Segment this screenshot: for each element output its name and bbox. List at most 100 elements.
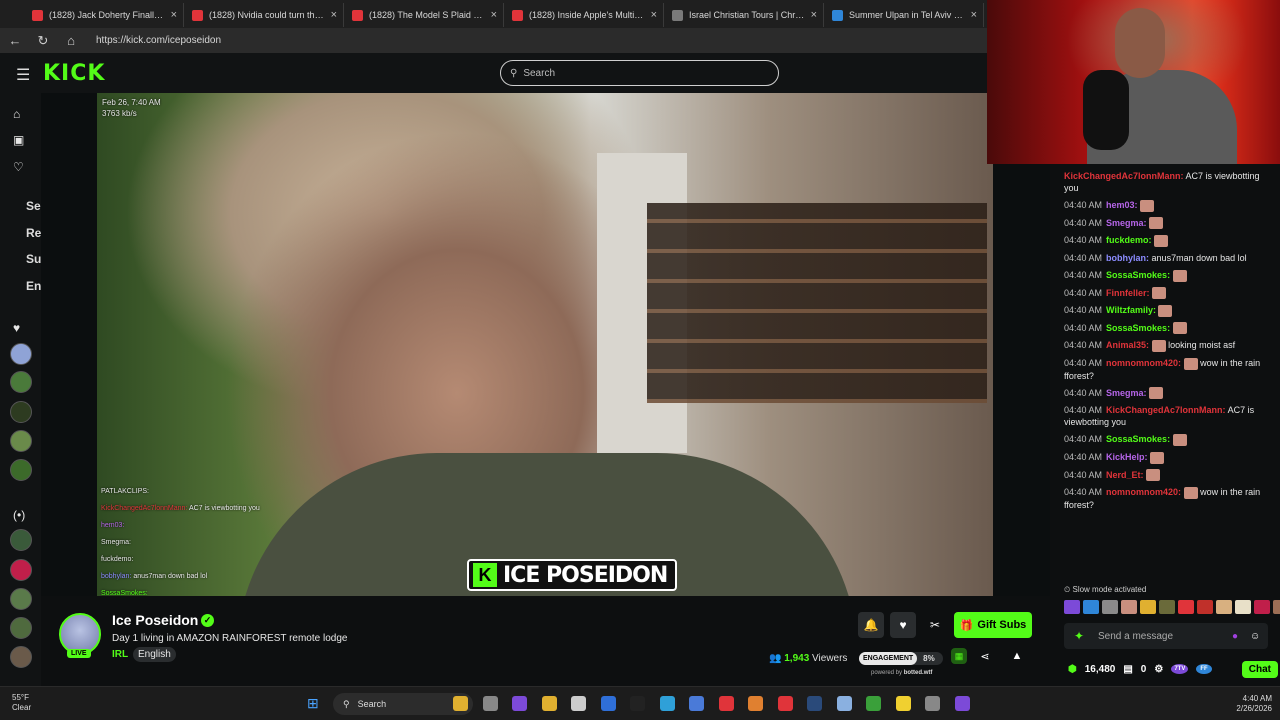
taskbar-app-icon[interactable] <box>689 696 704 711</box>
notification-bell-button[interactable]: 🔔 <box>858 612 884 638</box>
close-icon[interactable]: × <box>171 9 177 21</box>
taskbar-app-icon[interactable] <box>866 696 881 711</box>
report-warning-icon[interactable]: ▲ <box>1009 648 1025 664</box>
browser-tab[interactable]: Summer Ulpan in Tel Aviv - Learn × <box>826 3 984 27</box>
emote-6[interactable] <box>1159 600 1175 614</box>
close-icon[interactable]: × <box>971 9 977 21</box>
chat-username[interactable]: hem03: <box>1106 200 1138 210</box>
taskbar-app-icon[interactable] <box>748 696 763 711</box>
windows-start-icon[interactable]: ⊞ <box>307 695 319 712</box>
chat-message-input[interactable]: ✦ Send a message ● ☺ <box>1064 623 1268 649</box>
taskbar-app-icon[interactable] <box>541 696 557 711</box>
chat-username[interactable]: KickHelp: <box>1106 452 1148 462</box>
chat-username[interactable]: nomnomnom420: <box>1106 358 1181 368</box>
browser-tab[interactable]: (1828) Inside Apple's Multibillion- × <box>506 3 664 27</box>
followed-channel-avatar[interactable] <box>10 559 32 581</box>
chat-username[interactable]: Smegma: <box>1106 218 1147 228</box>
chat-username[interactable]: KickChangedAc7lonnMann: <box>1064 171 1184 181</box>
taskbar-app-icon[interactable] <box>482 696 498 711</box>
browser-tab[interactable]: Israel Christian Tours | Christian T × <box>666 3 824 27</box>
followed-channel-avatar[interactable] <box>10 459 32 481</box>
ffz-badge[interactable]: FF <box>1196 664 1212 674</box>
chat-username[interactable]: SossaSmokes: <box>1106 270 1170 280</box>
chat-username[interactable]: Animal35: <box>1106 340 1149 350</box>
followed-channel-avatar[interactable] <box>10 588 32 610</box>
emote-2[interactable] <box>1083 600 1099 614</box>
menu-icon[interactable]: ☰ <box>16 65 30 85</box>
taskbar-app-icon[interactable] <box>807 696 822 711</box>
chat-username[interactable]: Wiltzfamily: <box>1106 305 1156 315</box>
emote-5[interactable] <box>1140 600 1156 614</box>
chat-username[interactable]: nomnomnom420: <box>1106 487 1181 497</box>
taskbar-app-icon[interactable] <box>659 696 675 711</box>
chat-username[interactable]: Nerd_Et: <box>1106 470 1144 480</box>
close-icon[interactable]: × <box>651 9 657 21</box>
taskbar-app-icon[interactable] <box>836 696 852 711</box>
taskbar-search[interactable]: ⚲ Search <box>333 693 473 715</box>
taskbar-app-icon[interactable] <box>777 696 793 711</box>
emote-7[interactable] <box>1178 600 1194 614</box>
chat-username[interactable]: bobhylan: <box>1106 253 1149 263</box>
followed-channel-avatar[interactable] <box>10 430 32 452</box>
taskbar-app-icon[interactable] <box>954 696 970 711</box>
video-player[interactable]: Feb 26, 7:40 AM 3763 kb/s PATLAKCLIPS: K… <box>97 93 993 596</box>
chat-username[interactable]: fuckdemo: <box>1106 235 1152 245</box>
sidebar-label-3[interactable]: Su <box>26 252 41 266</box>
followed-channel-avatar[interactable] <box>10 401 32 423</box>
emote-picker-icon[interactable]: ● <box>1232 631 1238 642</box>
home-icon[interactable]: ⌂ <box>64 33 78 48</box>
stats-icon[interactable]: ▦ <box>951 648 967 664</box>
sidebar-label-2[interactable]: Re <box>26 226 41 240</box>
taskbar-app-icon[interactable] <box>718 696 734 711</box>
share-icon[interactable]: ⋖ <box>977 648 993 664</box>
system-clock[interactable]: 4:40 AM 2/26/2026 <box>1232 694 1272 714</box>
taskbar-app-icon[interactable] <box>453 696 468 711</box>
chat-username[interactable]: SossaSmokes: <box>1106 323 1170 333</box>
taskbar-app-icon[interactable] <box>512 696 527 711</box>
chat-username[interactable]: Smegma: <box>1106 388 1147 398</box>
sidebar-label-4[interactable]: En <box>26 279 41 293</box>
followed-channel-avatar[interactable] <box>10 646 32 668</box>
taskbar-app-icon[interactable] <box>571 696 586 711</box>
sidebar-label-1[interactable]: Se <box>26 199 41 213</box>
chat-username[interactable]: Finnfeller: <box>1106 288 1150 298</box>
emote-4[interactable] <box>1121 600 1137 614</box>
url-field[interactable]: https://kick.com/iceposeidon <box>96 35 221 46</box>
category-link[interactable]: IRL <box>112 649 128 660</box>
reload-icon[interactable]: ↻ <box>36 33 50 49</box>
kick-logo[interactable]: KICK <box>43 61 105 86</box>
channel-name[interactable]: Ice Poseidon <box>112 612 198 628</box>
emote-3[interactable] <box>1102 600 1118 614</box>
chat-send-button[interactable]: Chat <box>1241 660 1278 678</box>
close-icon[interactable]: × <box>331 9 337 21</box>
close-icon[interactable]: × <box>491 9 497 21</box>
search-input[interactable]: ⚲ Search <box>500 60 779 86</box>
followed-channel-avatar[interactable] <box>10 343 32 365</box>
close-icon[interactable]: × <box>811 9 817 21</box>
browser-tab[interactable]: (1828) Jack Doherty Finally Got H × <box>26 3 184 27</box>
weather-widget[interactable]: 55°F Clear <box>12 693 31 713</box>
back-icon[interactable]: ← <box>8 33 22 48</box>
language-tag[interactable]: English <box>133 647 176 662</box>
followed-channel-avatar[interactable] <box>10 529 32 551</box>
taskbar-app-icon[interactable] <box>600 696 616 711</box>
gift-subs-button[interactable]: 🎁 Gift Subs <box>954 612 1032 638</box>
taskbar-app-icon[interactable] <box>630 696 645 711</box>
7tv-badge[interactable]: 7TV <box>1171 664 1189 674</box>
clip-icon[interactable]: ✂ <box>922 612 948 638</box>
chat-username[interactable]: SossaSmokes: <box>1106 434 1170 444</box>
emote-9[interactable] <box>1216 600 1232 614</box>
taskbar-app-icon[interactable] <box>895 696 911 711</box>
emote-8[interactable] <box>1197 600 1213 614</box>
followed-channel-avatar[interactable] <box>10 617 32 639</box>
channel-points[interactable]: 16,480 <box>1085 664 1116 675</box>
emote-quick-bar[interactable] <box>1064 600 1280 614</box>
browser-tab[interactable]: (1828) The Model S Plaid Walked × <box>346 3 504 27</box>
browse-icon[interactable]: ▣ <box>13 133 24 147</box>
emote-11[interactable] <box>1254 600 1270 614</box>
browser-tab[interactable]: (1828) Nvidia could turn this who × <box>186 3 344 27</box>
settings-gear-icon[interactable]: ⚙ <box>1154 664 1163 675</box>
home-icon[interactable]: ⌂ <box>13 107 20 121</box>
smiley-icon[interactable]: ☺ <box>1250 631 1260 642</box>
emote-12[interactable] <box>1273 600 1280 614</box>
